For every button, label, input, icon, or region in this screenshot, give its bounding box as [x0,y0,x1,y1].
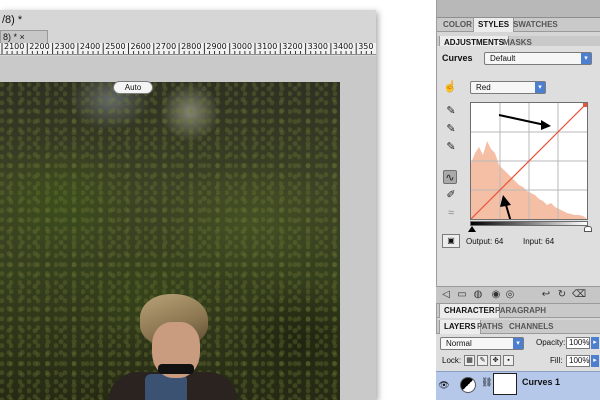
opacity-field[interactable]: 100% [566,337,590,349]
channel-value: Red [476,83,491,92]
curve-point-icon[interactable]: ☝ [443,80,457,94]
ruler-label: 2900 [206,43,227,51]
ruler-label: 3300 [307,43,328,51]
tab-color[interactable]: COLOR [439,18,476,32]
ruler-label: 2600 [130,43,151,51]
eye-icon[interactable]: 👁 [438,375,450,395]
ruler-label: 2700 [155,43,177,51]
black-point-slider[interactable] [468,226,476,232]
lock-all-icon[interactable]: ▪ [503,355,514,366]
fill-label: Fill: [550,356,563,365]
annotation-arrow-upper [498,114,551,130]
adjustment-type-label: Curves [442,53,473,63]
chevron-down-icon: ▾ [513,338,523,349]
dock-header [437,0,600,18]
link-icon[interactable]: ⛓ [481,377,492,388]
curve-edit-icon[interactable]: ∿ [443,170,457,184]
tab-channels[interactable]: CHANNELS [505,320,557,334]
ruler-label: 2100 [4,43,25,51]
tab-paths[interactable]: PATHS [473,320,507,334]
visibility-icon[interactable]: ◉ [490,289,502,301]
person-sunglasses [158,364,194,374]
chevron-down-icon: ▾ [581,53,591,64]
clip-layer-icon[interactable]: ◍ [472,289,484,301]
lock-label: Lock: [442,356,462,365]
white-point-slider[interactable] [584,226,592,232]
reset-icon[interactable]: ↻ [556,289,568,301]
clipping-toggle-button[interactable]: ▣ [442,234,460,248]
document-title: /8) * [2,14,23,26]
fill-stepper-icon[interactable]: ▸ [591,355,599,367]
eyedropper-black-icon[interactable]: ✎ [444,104,458,118]
opacity-label: Opacity: [536,338,566,347]
ruler-label: 3200 [282,43,303,51]
ruler-label: 2200 [29,43,50,51]
input-value: Input: 64 [523,237,555,246]
opacity-stepper-icon[interactable]: ▸ [591,337,599,349]
chevron-down-icon: ▾ [535,82,545,93]
previous-state-icon[interactable]: ↩ [540,289,552,301]
input-gradient-bar [470,221,588,226]
ruler-label: 350 [358,43,374,51]
ruler-label: 2800 [181,43,202,51]
adjustment-layer-thumbnail[interactable] [460,377,476,393]
auto-button[interactable]: Auto [113,81,153,94]
blend-mode-select[interactable]: Normal ▾ [440,337,524,350]
layer-mask-thumbnail[interactable] [493,373,517,395]
layers-tabbar: LAYERS PATHS CHANNELS [437,320,600,334]
preset-select[interactable]: Default ▾ [484,52,592,65]
adjustments-footer: ◁ ▭ ◍ ◉ ◎ ↩ ↻ ⌫ [436,286,600,304]
delete-icon[interactable]: ⌫ [572,289,586,301]
fill-field[interactable]: 100% [566,355,590,367]
tab-swatches[interactable]: SWATCHES [509,18,562,32]
preset-value: Default [490,54,516,63]
ruler-label: 3400 [332,43,354,51]
ruler-label: 3100 [257,43,278,51]
layer-name[interactable]: Curves 1 [522,377,560,387]
output-value: Output: 64 [466,237,504,246]
eyedropper-white-icon[interactable]: ✎ [444,140,458,154]
pencil-icon[interactable]: ✐ [444,188,458,202]
ruler-label: 2500 [105,43,126,51]
document-tab[interactable]: 8) * × [0,30,48,43]
lock-position-icon[interactable]: ✥ [490,355,501,366]
character-tabbar: CHARACTER PARAGRAPH [437,304,600,318]
lock-image-icon[interactable]: ✎ [477,355,488,366]
lock-transparency-icon[interactable]: ▦ [464,355,475,366]
tab-paragraph[interactable]: PARAGRAPH [491,304,550,318]
color-styles-tabbar: COLOR STYLES SWATCHES [437,18,600,32]
ruler-label: 2400 [79,43,101,51]
channel-select[interactable]: Red ▾ [470,81,546,94]
curves-graph[interactable] [470,102,588,250]
horizontal-ruler[interactable]: 2100 2200 2300 2400 2500 2600 2700 2800 2900 3000… [0,43,376,55]
panel-view-icon[interactable]: ▭ [456,289,468,301]
tab-styles[interactable]: STYLES [473,18,515,32]
ruler-label: 2300 [54,43,75,51]
curve-endpoint[interactable] [583,103,587,107]
return-arrow-icon[interactable]: ◁ [440,289,452,301]
smooth-icon[interactable]: ≈ [444,206,458,220]
eyedropper-gray-icon[interactable]: ✎ [444,122,458,136]
person-scarf [145,374,187,400]
photo-canvas[interactable] [0,82,340,400]
blend-mode-value: Normal [446,339,472,348]
view-previous-icon[interactable]: ◎ [504,289,516,301]
ruler-label: 3000 [231,43,253,51]
curves-graph-svg [470,102,588,250]
